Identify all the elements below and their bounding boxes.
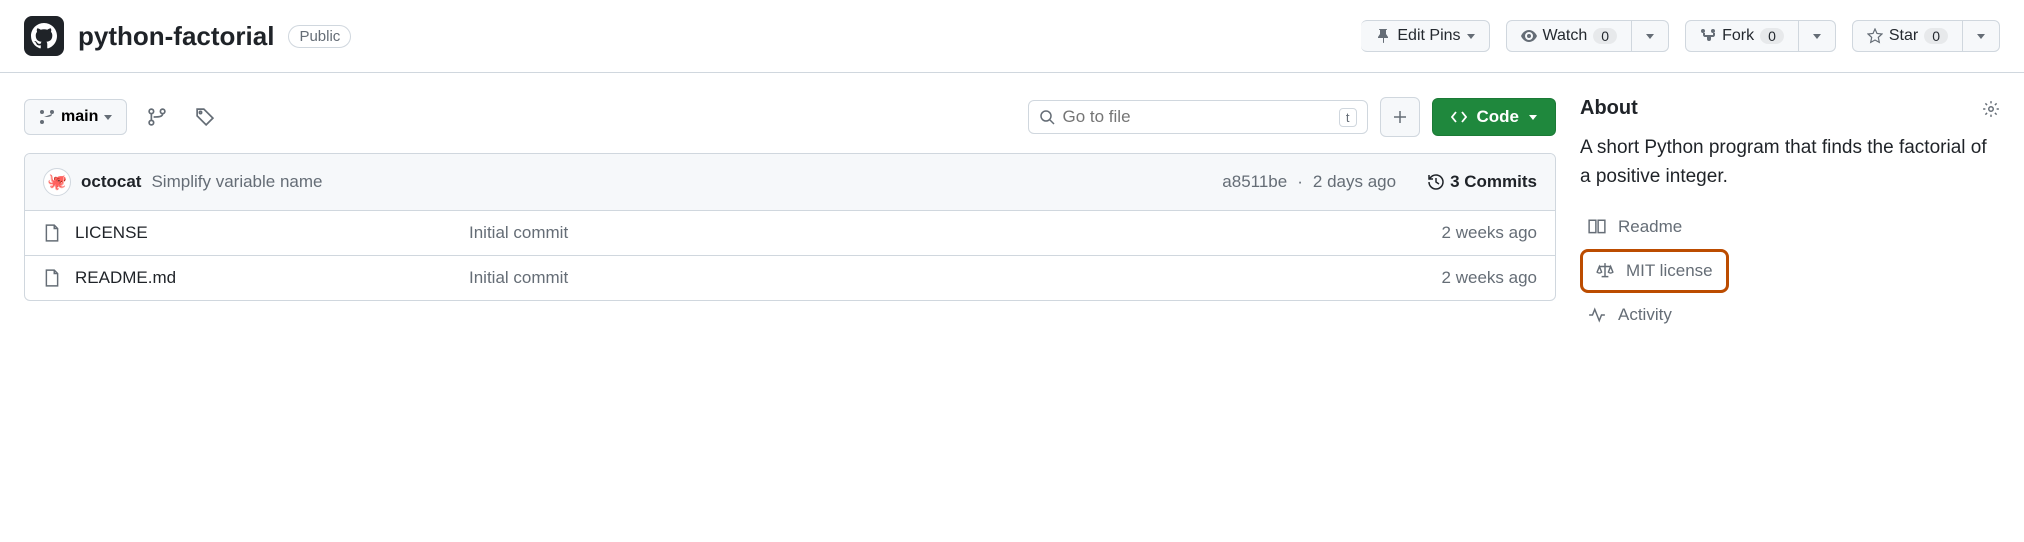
book-icon bbox=[1588, 218, 1606, 236]
watch-caret-button[interactable] bbox=[1632, 20, 1669, 52]
star-label: Star bbox=[1889, 27, 1918, 45]
law-icon bbox=[1596, 262, 1614, 280]
chevron-down-icon bbox=[1813, 34, 1821, 39]
branch-icon bbox=[39, 109, 55, 125]
about-title: About bbox=[1580, 97, 1638, 120]
repo-title[interactable]: python-factorial bbox=[78, 21, 274, 52]
about-heading: About bbox=[1580, 97, 2000, 120]
chevron-down-icon bbox=[104, 115, 112, 120]
chevron-down-icon bbox=[1977, 34, 1985, 39]
license-label: MIT license bbox=[1626, 261, 1713, 281]
fork-group: Fork 0 bbox=[1685, 20, 1836, 52]
github-logo-icon[interactable] bbox=[24, 16, 64, 56]
repo-header: python-factorial Public Edit Pins Watch … bbox=[0, 0, 2024, 73]
commits-link[interactable]: 3 Commits bbox=[1428, 172, 1537, 192]
star-count: 0 bbox=[1924, 28, 1948, 44]
file-commit-msg[interactable]: Initial commit bbox=[469, 268, 1428, 288]
history-icon bbox=[1428, 174, 1444, 190]
file-row: README.md Initial commit 2 weeks ago bbox=[25, 256, 1555, 300]
star-group: Star 0 bbox=[1852, 20, 2000, 52]
sidebar-links: Readme MIT license Activity bbox=[1580, 211, 2000, 331]
activity-link[interactable]: Activity bbox=[1580, 299, 1680, 331]
code-button[interactable]: Code bbox=[1432, 98, 1557, 136]
file-commit-msg[interactable]: Initial commit bbox=[469, 223, 1428, 243]
readme-link[interactable]: Readme bbox=[1580, 211, 1690, 243]
content-area: main t Code 🐙 octocat bbox=[0, 73, 2024, 355]
add-file-button[interactable] bbox=[1380, 97, 1420, 137]
commit-author[interactable]: octocat bbox=[81, 172, 141, 192]
star-caret-button[interactable] bbox=[1963, 20, 2000, 52]
visibility-badge: Public bbox=[288, 25, 351, 48]
license-highlight: MIT license bbox=[1580, 249, 1729, 293]
star-button[interactable]: Star 0 bbox=[1852, 20, 1963, 52]
commit-sha[interactable]: a8511be bbox=[1222, 172, 1287, 192]
readme-label: Readme bbox=[1618, 217, 1682, 237]
star-icon bbox=[1867, 28, 1883, 44]
file-age: 2 weeks ago bbox=[1442, 268, 1537, 288]
commits-count: 3 Commits bbox=[1450, 172, 1537, 192]
watch-count: 0 bbox=[1593, 28, 1617, 44]
search-icon bbox=[1039, 109, 1055, 125]
commit-age: 2 days ago bbox=[1313, 172, 1396, 192]
edit-pins-label: Edit Pins bbox=[1397, 27, 1460, 45]
edit-pins-group: Edit Pins bbox=[1361, 20, 1489, 52]
watch-group: Watch 0 bbox=[1506, 20, 1670, 52]
tags-icon-button[interactable] bbox=[187, 99, 223, 135]
fork-button[interactable]: Fork 0 bbox=[1685, 20, 1799, 52]
license-link[interactable]: MIT license bbox=[1588, 255, 1721, 287]
code-icon bbox=[1451, 109, 1467, 125]
edit-pins-button[interactable]: Edit Pins bbox=[1361, 20, 1489, 52]
latest-commit-bar: 🐙 octocat Simplify variable name a8511be… bbox=[25, 154, 1555, 211]
file-icon bbox=[43, 224, 61, 242]
file-listing: 🐙 octocat Simplify variable name a8511be… bbox=[24, 153, 1556, 301]
chevron-down-icon bbox=[1467, 34, 1475, 39]
code-label: Code bbox=[1477, 107, 1520, 127]
pulse-icon bbox=[1588, 306, 1606, 324]
repo-description: A short Python program that finds the fa… bbox=[1580, 134, 2000, 191]
branches-icon-button[interactable] bbox=[139, 99, 175, 135]
avatar[interactable]: 🐙 bbox=[43, 168, 71, 196]
file-search-input[interactable] bbox=[1063, 107, 1331, 127]
chevron-down-icon bbox=[1529, 115, 1537, 120]
sidebar: About A short Python program that finds … bbox=[1580, 97, 2000, 331]
chevron-down-icon bbox=[1646, 34, 1654, 39]
file-search[interactable]: t bbox=[1028, 100, 1368, 134]
fork-count: 0 bbox=[1760, 28, 1784, 44]
branch-name: main bbox=[61, 108, 98, 126]
commit-message[interactable]: Simplify variable name bbox=[151, 172, 322, 192]
kbd-hint: t bbox=[1339, 108, 1357, 127]
branch-select-button[interactable]: main bbox=[24, 99, 127, 135]
gear-icon[interactable] bbox=[1982, 100, 2000, 118]
file-icon bbox=[43, 269, 61, 287]
file-link[interactable]: LICENSE bbox=[75, 223, 148, 242]
fork-icon bbox=[1700, 28, 1716, 44]
watch-label: Watch bbox=[1543, 27, 1588, 45]
fork-caret-button[interactable] bbox=[1799, 20, 1836, 52]
plus-icon bbox=[1392, 109, 1408, 125]
main-column: main t Code 🐙 octocat bbox=[24, 97, 1556, 301]
activity-label: Activity bbox=[1618, 305, 1672, 325]
pin-icon bbox=[1375, 28, 1391, 44]
file-row: LICENSE Initial commit 2 weeks ago bbox=[25, 211, 1555, 256]
file-age: 2 weeks ago bbox=[1442, 223, 1537, 243]
watch-button[interactable]: Watch 0 bbox=[1506, 20, 1633, 52]
eye-icon bbox=[1521, 28, 1537, 44]
file-toolbar: main t Code bbox=[24, 97, 1556, 137]
file-link[interactable]: README.md bbox=[75, 268, 176, 287]
fork-label: Fork bbox=[1722, 27, 1754, 45]
